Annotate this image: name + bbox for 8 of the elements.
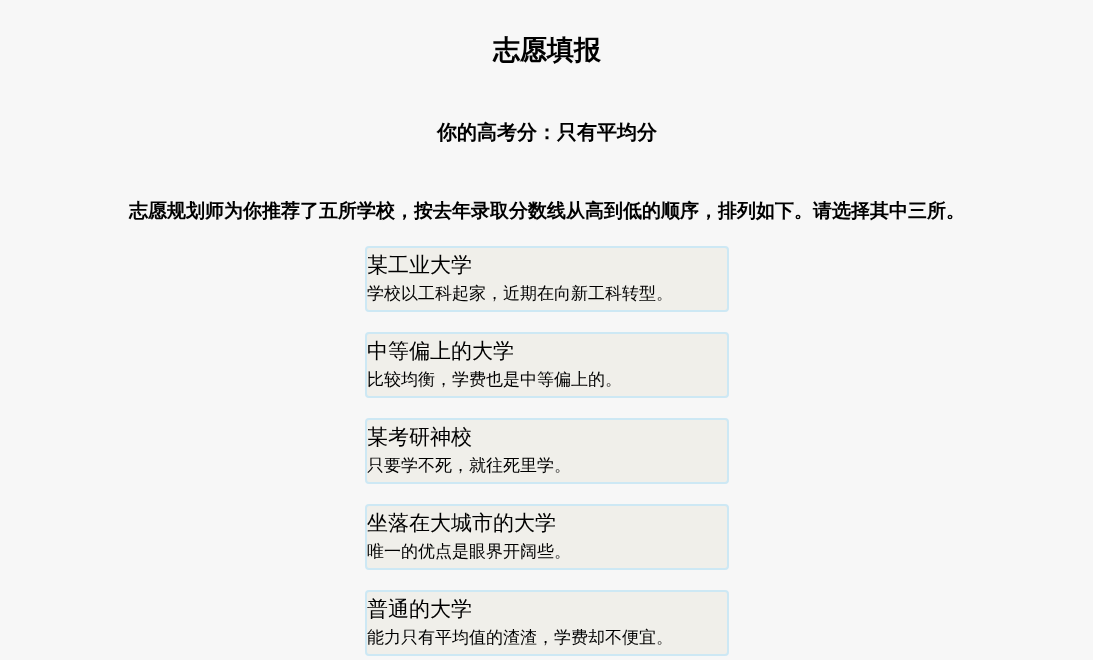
school-option[interactable]: 某考研神校 只要学不死，就往死里学。 <box>364 418 729 484</box>
school-option[interactable]: 普通的大学 能力只有平均值的渣渣，学费却不便宜。 <box>364 590 729 656</box>
score-text: 你的高考分：只有平均分 <box>436 119 657 146</box>
school-option[interactable]: 坐落在大城市的大学 唯一的优点是眼界开阔些。 <box>364 504 729 570</box>
school-option[interactable]: 某工业大学 学校以工科起家，近期在向新工科转型。 <box>364 246 729 312</box>
school-option[interactable]: 中等偏上的大学 比较均衡，学费也是中等偏上的。 <box>364 332 729 398</box>
instruction-text: 志愿规划师为你推荐了五所学校，按去年录取分数线从高到低的顺序，排列如下。请选择其中三所。 <box>128 198 965 223</box>
page-title: 志愿填报 <box>492 33 601 67</box>
